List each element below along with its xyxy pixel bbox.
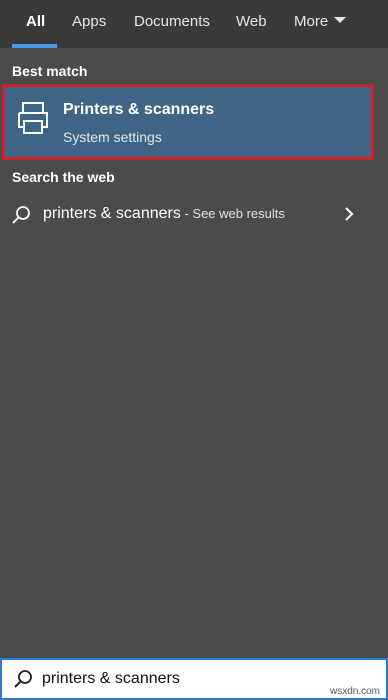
search-icon — [12, 206, 30, 224]
caret-down-icon — [334, 17, 347, 24]
tab-documents[interactable]: Documents — [134, 0, 210, 48]
best-match-title: Printers & scanners — [63, 101, 215, 118]
web-search-result[interactable]: printers & scanners - See web results — [0, 196, 388, 232]
search-input[interactable] — [42, 666, 372, 692]
filter-tab-bar: All Apps Documents Web More — [0, 0, 388, 48]
search-icon — [14, 670, 32, 688]
watermark: wsxdn.com — [330, 686, 381, 697]
tab-more-label: More — [294, 13, 329, 30]
web-search-suffix: - See web results — [180, 206, 285, 221]
tab-all[interactable]: All — [26, 0, 45, 48]
chevron-right-icon[interactable] — [342, 205, 356, 223]
best-match-result[interactable]: Printers & scanners System settings — [2, 84, 374, 160]
tab-more[interactable]: More — [294, 0, 347, 48]
printer-icon — [18, 102, 48, 134]
web-search-query: printers & scanners — [43, 205, 181, 222]
tab-web[interactable]: Web — [236, 0, 267, 48]
tab-apps[interactable]: Apps — [72, 0, 106, 48]
best-match-heading: Best match — [12, 63, 88, 79]
active-tab-indicator — [12, 44, 57, 48]
best-match-subtitle: System settings — [63, 129, 162, 145]
search-web-heading: Search the web — [12, 169, 115, 185]
